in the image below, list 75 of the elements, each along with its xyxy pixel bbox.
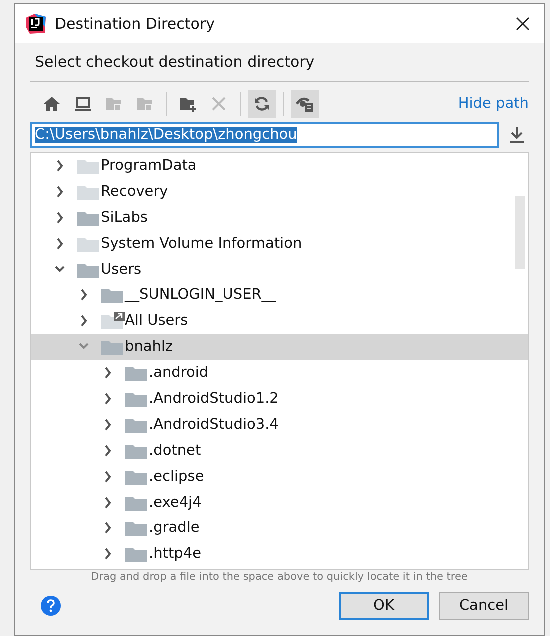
tree-item[interactable]: .android <box>31 360 528 386</box>
window-title: Destination Directory <box>55 14 216 32</box>
path-field[interactable]: C:\Users\bnahlz\Desktop\zhongchou <box>30 122 499 148</box>
eye-document-icon <box>296 95 314 113</box>
chevron-right-icon[interactable] <box>103 548 113 560</box>
tree-item[interactable]: .AndroidStudio3.4 <box>31 412 528 438</box>
folder-name: __SUNLOGIN_USER__ <box>125 287 276 304</box>
folder-shortcut-icon <box>101 312 125 330</box>
chevron-right-icon[interactable] <box>55 186 65 198</box>
dialog-button[interactable]: Cancel <box>439 592 529 620</box>
hint-text: Drag and drop a file into the space above to quickly locate it in the tree <box>90 570 469 584</box>
tree-item[interactable]: .eclipse <box>31 464 528 490</box>
tree-item[interactable]: .http4e <box>31 541 528 568</box>
app-logo-icon <box>25 12 47 34</box>
chevron-right-icon[interactable] <box>79 315 89 328</box>
close-icon <box>516 16 530 30</box>
folder-name: All Users <box>125 313 188 330</box>
hide-path-link[interactable]: Hide path <box>458 96 529 112</box>
chevron-right-icon[interactable] <box>103 367 113 380</box>
folder-name: .eclipse <box>149 468 204 485</box>
tree-item[interactable]: System Volume Information <box>31 230 528 257</box>
tree-item[interactable]: Recovery <box>31 178 528 205</box>
folder-name: .gradle <box>149 520 200 536</box>
folder-name: bnahlz <box>125 339 174 356</box>
tree-item[interactable]: .dotnet <box>31 438 528 464</box>
new-folder-icon <box>179 95 197 113</box>
tree-item[interactable]: .gradle <box>31 515 528 542</box>
download-icon <box>509 126 525 144</box>
chevron-right-icon[interactable] <box>103 418 113 431</box>
path-text: C:\Users\bnahlz\Desktop\zhongchou <box>35 127 298 143</box>
refresh-button[interactable] <box>248 90 276 118</box>
chevron-right-icon[interactable] <box>103 444 113 457</box>
folder-name: .android <box>149 365 209 382</box>
folder-icon <box>125 519 149 538</box>
scrollbar-thumb[interactable] <box>515 196 525 269</box>
help-icon <box>40 595 62 617</box>
chevron-right-icon[interactable] <box>103 392 113 405</box>
folder-icon <box>101 338 125 356</box>
chevron-right-icon[interactable] <box>55 212 65 224</box>
folder-icon <box>101 286 125 304</box>
tree-item[interactable]: ProgramData <box>31 153 528 179</box>
folder-name: .http4e <box>149 546 202 562</box>
folder-name: .AndroidStudio1.2 <box>149 390 279 407</box>
folder-name: .dotnet <box>149 442 202 459</box>
chevron-right-icon[interactable] <box>103 470 113 483</box>
dialog-description: Select checkout destination directory <box>34 52 316 73</box>
tree-item[interactable]: __SUNLOGIN_USER__ <box>31 282 528 308</box>
refresh-icon <box>253 95 271 113</box>
tree-item[interactable]: .AndroidStudio1.2 <box>31 386 528 412</box>
tree-item[interactable]: SiLabs <box>31 204 528 231</box>
chevron-right-icon[interactable] <box>79 289 89 302</box>
tree-item[interactable]: Users <box>31 256 528 282</box>
chevron-right-icon[interactable] <box>103 496 113 509</box>
chevron-right-icon[interactable] <box>55 238 65 250</box>
folder-icon <box>125 545 149 564</box>
folder-name: Recovery <box>101 184 168 200</box>
tree-item[interactable]: .exe4j4 <box>31 490 528 516</box>
tree-item[interactable]: bnahlz <box>31 334 528 360</box>
folder-icon <box>136 95 154 113</box>
home-icon <box>43 95 61 113</box>
folder-name: .exe4j4 <box>149 494 202 511</box>
folder-name: System Volume Information <box>101 236 302 252</box>
folder-icon <box>105 95 123 113</box>
folder-name: .AndroidStudio3.4 <box>149 416 279 433</box>
show-hidden-button[interactable] <box>291 90 319 118</box>
folder-name: Users <box>101 262 142 278</box>
chevron-right-icon[interactable] <box>55 160 65 172</box>
folder-icon <box>125 364 149 382</box>
monitor-icon <box>74 95 92 113</box>
delete-icon <box>210 95 228 113</box>
tree-item[interactable]: All Users <box>31 308 528 334</box>
folder-name: ProgramData <box>101 158 197 174</box>
dialog-button[interactable]: OK <box>339 592 429 620</box>
folder-name: SiLabs <box>101 210 148 226</box>
chevron-right-icon[interactable] <box>103 522 113 534</box>
